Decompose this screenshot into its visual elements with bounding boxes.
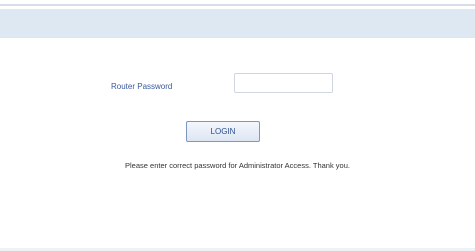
router-password-label: Router Password <box>111 82 173 91</box>
password-notice: Please enter correct password for Admini… <box>125 161 350 170</box>
login-button[interactable]: LOGIN <box>186 121 260 142</box>
header-bar <box>0 9 475 38</box>
router-password-input[interactable] <box>234 73 333 93</box>
top-divider <box>0 4 475 6</box>
